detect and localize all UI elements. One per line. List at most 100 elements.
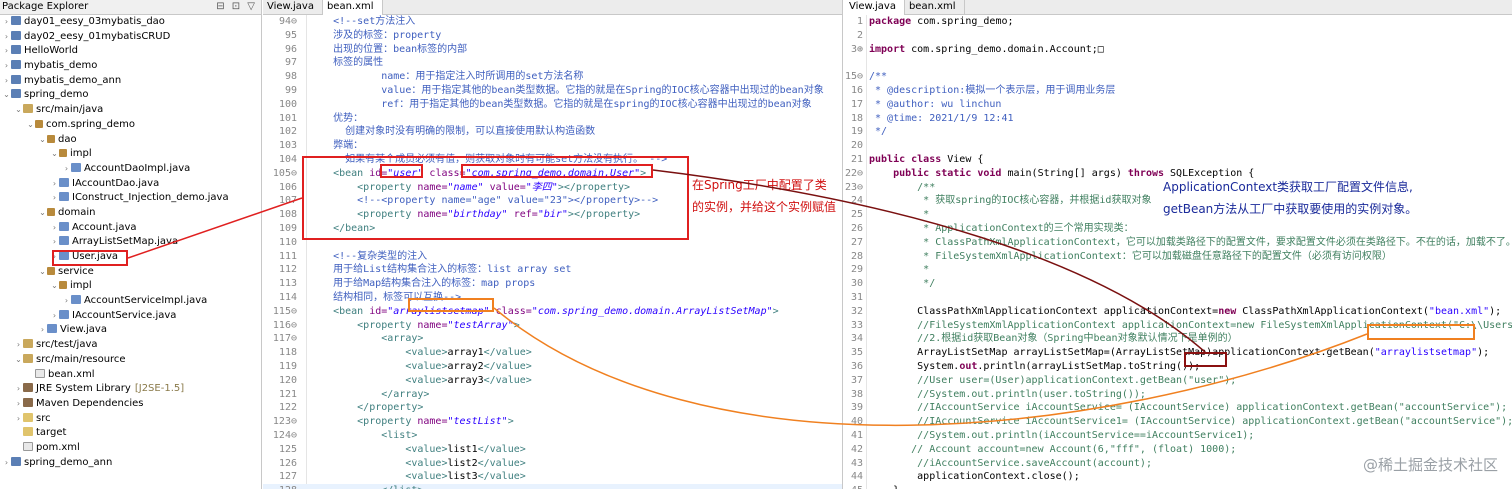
code-line[interactable]: 31 <box>845 291 1512 305</box>
code-line[interactable]: 35 ArrayListSetMap arrayListSetMap=(Arra… <box>845 346 1512 360</box>
tree-item[interactable]: › User.java <box>0 250 261 265</box>
code-line[interactable]: 102 创建对象时没有明确的限制，可以直接使用默认构造函数 <box>263 125 842 139</box>
code-line[interactable]: 27 * ClassPathXmlApplicationContext，它可以加… <box>845 236 1512 250</box>
collapse-chevron-icon[interactable]: › <box>2 30 11 45</box>
code-line[interactable]: 117⊖ <array> <box>263 332 842 346</box>
tree-item[interactable]: target <box>0 426 261 441</box>
code-line[interactable]: 36 System.out.println(arrayListSetMap.to… <box>845 360 1512 374</box>
tree-item[interactable]: ⌄ src/main/java <box>0 103 261 118</box>
code-line[interactable]: 32 ClassPathXmlApplicationContext applic… <box>845 305 1512 319</box>
expand-chevron-icon[interactable]: ⌄ <box>14 103 23 118</box>
tree-item[interactable]: ⌄ service <box>0 265 261 280</box>
code-line[interactable]: 119 <value>array2</value> <box>263 360 842 374</box>
collapse-chevron-icon[interactable]: › <box>2 74 11 89</box>
code-line[interactable]: 38 //System.out.println(user.toString())… <box>845 388 1512 402</box>
code-line[interactable]: 20 <box>845 139 1512 153</box>
tree-item[interactable]: › src <box>0 412 261 427</box>
code-line[interactable]: 125 <value>list1</value> <box>263 443 842 457</box>
tree-item[interactable]: › AccountDaoImpl.java <box>0 162 261 177</box>
code-line[interactable]: 26 * ApplicationContext的三个常用实现类： <box>845 222 1512 236</box>
code-line[interactable]: 115⊖ <bean id="arraylistsetmap" class="c… <box>263 305 842 319</box>
code-line[interactable]: 17 * @author: wu linchun <box>845 98 1512 112</box>
collapse-chevron-icon[interactable]: › <box>50 177 59 192</box>
expand-chevron-icon[interactable]: ⌄ <box>38 133 47 148</box>
code-line[interactable]: 121 </array> <box>263 388 842 402</box>
tab-view-java[interactable]: View.java <box>263 0 323 15</box>
tree-item[interactable]: › mybatis_demo <box>0 59 261 74</box>
tab-view-java[interactable]: View.java <box>845 0 905 15</box>
code-lines[interactable]: 94⊖ <!--set方法注入 95 涉及的标签：property 96 出现的位置… <box>263 15 842 489</box>
tree-item[interactable]: ⌄ impl <box>0 279 261 294</box>
collapse-chevron-icon[interactable]: › <box>38 323 47 338</box>
code-line[interactable]: 124⊖ <list> <box>263 429 842 443</box>
code-line[interactable] <box>845 56 1512 70</box>
code-line[interactable]: 2 <box>845 29 1512 43</box>
tab-bean-xml[interactable]: bean.xml <box>322 0 383 15</box>
tree-item[interactable]: › src/test/java <box>0 338 261 353</box>
collapse-chevron-icon[interactable]: › <box>14 412 23 427</box>
code-line[interactable]: 95 涉及的标签：property <box>263 29 842 43</box>
code-line[interactable]: 37 //User user=(User)applicationContext.… <box>845 374 1512 388</box>
code-line[interactable]: 99 value：用于指定其他的bean类型数据。它指的就是在Spring的IO… <box>263 84 842 98</box>
tree-item[interactable]: › Account.java <box>0 221 261 236</box>
code-line[interactable]: 40 //IAccountService iAccountService1= (… <box>845 415 1512 429</box>
tree-item[interactable]: ⌄ com.spring_demo <box>0 118 261 133</box>
code-line[interactable]: 113 用于给Map结构集合注入的标签：map props <box>263 277 842 291</box>
code-line[interactable]: 94⊖ <!--set方法注入 <box>263 15 842 29</box>
tree-item[interactable]: › spring_demo_ann <box>0 456 261 471</box>
tree-item[interactable]: › IAccountDao.java <box>0 177 261 192</box>
tree-item[interactable]: › AccountServiceImpl.java <box>0 294 261 309</box>
code-line[interactable]: 3⊕ import com.spring_demo.domain.Account;… <box>845 43 1512 57</box>
expand-chevron-icon[interactable]: ⌄ <box>2 88 11 103</box>
expand-chevron-icon[interactable]: ⌄ <box>38 206 47 221</box>
code-line[interactable]: 1 package com.spring_demo; <box>845 15 1512 29</box>
code-line[interactable]: 19 */ <box>845 125 1512 139</box>
code-line[interactable]: 128 </list> <box>263 484 842 489</box>
expand-chevron-icon[interactable]: ⌄ <box>26 118 35 133</box>
tree-item[interactable]: pom.xml <box>0 441 261 456</box>
tree-item[interactable]: › day02_eesy_01mybatisCRUD <box>0 30 261 45</box>
collapse-chevron-icon[interactable]: › <box>14 338 23 353</box>
code-line[interactable]: 127 <value>list3</value> <box>263 470 842 484</box>
collapse-chevron-icon[interactable]: › <box>2 456 11 471</box>
code-line[interactable]: 45 } <box>845 484 1512 489</box>
code-line[interactable]: 118 <value>array1</value> <box>263 346 842 360</box>
collapse-chevron-icon[interactable]: › <box>50 221 59 236</box>
tree-item[interactable]: ⌄ spring_demo <box>0 88 261 103</box>
code-line[interactable]: 15⊖ /** <box>845 70 1512 84</box>
code-line[interactable]: 101 优势： <box>263 112 842 126</box>
code-line[interactable]: 122 </property> <box>263 401 842 415</box>
collapse-chevron-icon[interactable]: › <box>50 309 59 324</box>
tree-item[interactable]: ⌄ src/main/resource <box>0 353 261 368</box>
code-line[interactable]: 97 标签的属性 <box>263 56 842 70</box>
tree-item[interactable]: › JRE System Library [J2SE-1.5] <box>0 382 261 397</box>
code-line[interactable]: 98 name：用于指定注入时所调用的set方法名称 <box>263 70 842 84</box>
expand-chevron-icon[interactable]: ⌄ <box>50 147 59 162</box>
code-line[interactable]: 103 弊端： <box>263 139 842 153</box>
tree-item[interactable]: › IAccountService.java <box>0 309 261 324</box>
collapse-chevron-icon[interactable]: › <box>14 382 23 397</box>
tree-item[interactable]: bean.xml <box>0 368 261 383</box>
code-line[interactable]: 29 * <box>845 263 1512 277</box>
code-line[interactable]: 126 <value>list2</value> <box>263 457 842 471</box>
collapse-chevron-icon[interactable]: › <box>50 235 59 250</box>
code-lines[interactable]: 1 package com.spring_demo; 2 3⊕ import com.s… <box>845 15 1512 489</box>
code-line[interactable]: 18 * @time: 2021/1/9 12:41 <box>845 112 1512 126</box>
code-line[interactable]: 30 */ <box>845 277 1512 291</box>
tree-item[interactable]: › View.java <box>0 323 261 338</box>
collapse-chevron-icon[interactable]: › <box>14 397 23 412</box>
code-line[interactable]: 41 //System.out.println(iAccountService=… <box>845 429 1512 443</box>
code-line[interactable]: 28 * FileSystemXmlApplicationContext：它可以… <box>845 250 1512 264</box>
collapse-chevron-icon[interactable]: › <box>62 162 71 177</box>
code-line[interactable]: 100 ref：用于指定其他的bean类型数据。它指的就是在spring的IOC… <box>263 98 842 112</box>
package-explorer-tab[interactable]: Package Explorer ⊟ ⊡ ▽ <box>0 0 261 15</box>
tree-item[interactable]: › mybatis_demo_ann <box>0 74 261 89</box>
expand-chevron-icon[interactable]: ⌄ <box>14 353 23 368</box>
collapse-chevron-icon[interactable]: › <box>2 15 11 30</box>
tree-item[interactable]: › Maven Dependencies <box>0 397 261 412</box>
collapse-chevron-icon[interactable]: › <box>62 294 71 309</box>
tree-item[interactable]: ⌄ impl <box>0 147 261 162</box>
tab-bean-xml[interactable]: bean.xml <box>905 0 965 15</box>
code-line[interactable]: 120 <value>array3</value> <box>263 374 842 388</box>
code-line[interactable]: 112 用于给List结构集合注入的标签：list array set <box>263 263 842 277</box>
